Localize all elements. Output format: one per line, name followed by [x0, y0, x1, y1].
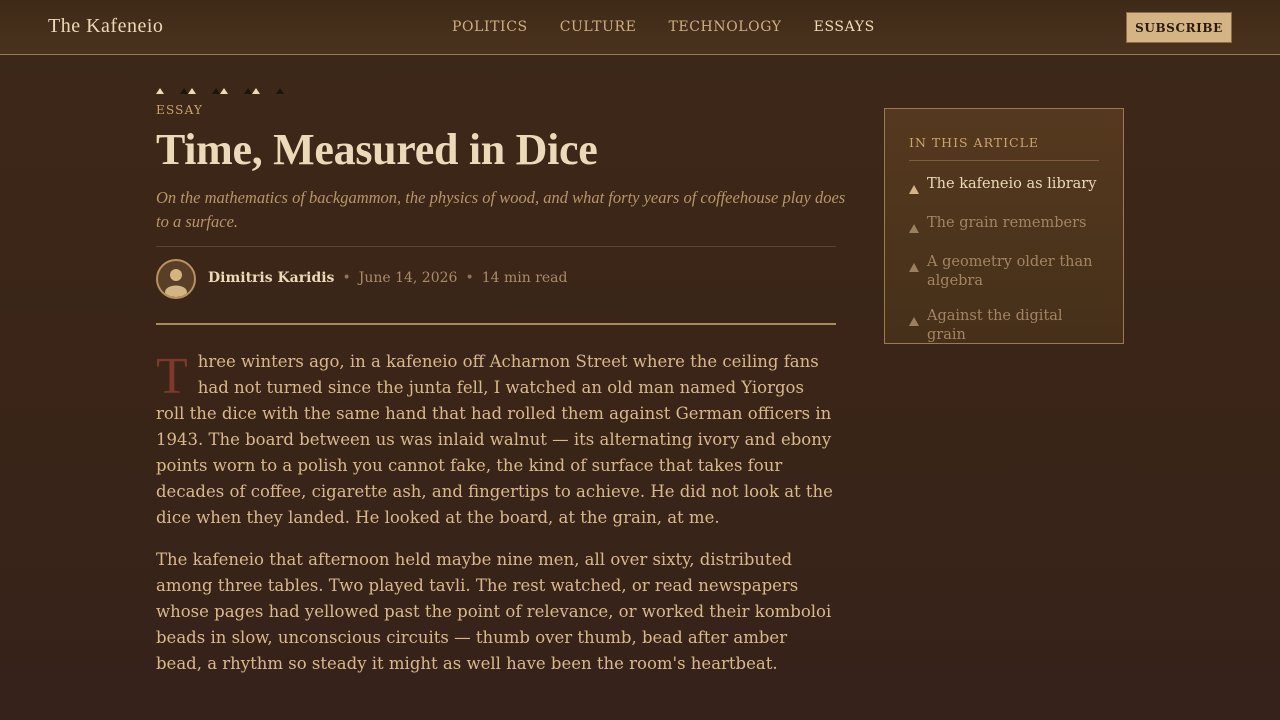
- article-title: Time, Measured in Dice: [156, 125, 598, 174]
- article-category: ESSAY: [156, 103, 204, 117]
- site-logo[interactable]: The Kafeneio: [48, 15, 163, 38]
- triangle-icon: [909, 214, 927, 237]
- header-rule: [156, 323, 836, 325]
- main-nav: POLITICS CULTURE TECHNOLOGY ESSAYS: [452, 19, 875, 35]
- toc-item[interactable]: A geometry older than algebra: [909, 253, 1099, 291]
- nav-essays[interactable]: ESSAYS: [814, 19, 875, 35]
- toc-item[interactable]: The grain remembers: [909, 214, 1099, 237]
- article-body: Three winters ago, in a kafeneio off Ach…: [156, 349, 836, 693]
- author-avatar[interactable]: [156, 259, 196, 299]
- toc-item[interactable]: Against the digital grain: [909, 307, 1099, 345]
- read-time: 14 min read: [481, 270, 568, 286]
- triangle-icon: [909, 253, 927, 276]
- toc-item-label: Against the digital grain: [927, 308, 1063, 343]
- article-dek: On the mathematics of backgammon, the ph…: [156, 188, 846, 231]
- site-header: The Kafeneio POLITICS CULTURE TECHNOLOGY…: [0, 0, 1280, 55]
- paragraph-text: hree winters ago, in a kafeneio off Acha…: [156, 352, 833, 527]
- person-icon: [165, 269, 187, 297]
- byline: Dimitris Karidis • June 14, 2026 • 14 mi…: [208, 270, 567, 286]
- triangle-icon: [909, 175, 927, 198]
- publish-date: June 14, 2026: [358, 270, 458, 286]
- toc-title: IN THIS ARTICLE: [909, 135, 1099, 161]
- toc-item[interactable]: The kafeneio as library: [909, 175, 1099, 198]
- author-name[interactable]: Dimitris Karidis: [208, 270, 334, 286]
- toc-item-label: A geometry older than algebra: [927, 254, 1093, 289]
- nav-politics[interactable]: POLITICS: [452, 19, 528, 35]
- backgammon-points-icon: [156, 88, 284, 94]
- subscribe-button[interactable]: SUBSCRIBE: [1126, 12, 1232, 43]
- toc-item-label: The grain remembers: [927, 215, 1087, 231]
- byline-separator: •: [342, 270, 351, 286]
- triangle-icon: [909, 307, 927, 330]
- nav-culture[interactable]: CULTURE: [560, 19, 637, 35]
- nav-technology[interactable]: TECHNOLOGY: [668, 19, 781, 35]
- table-of-contents: IN THIS ARTICLE The kafeneio as library …: [884, 108, 1124, 344]
- paragraph: Three winters ago, in a kafeneio off Ach…: [156, 349, 836, 531]
- divider: [156, 246, 836, 247]
- drop-cap: T: [156, 348, 188, 405]
- paragraph: The kafeneio that afternoon held maybe n…: [156, 550, 832, 673]
- toc-item-label: The kafeneio as library: [927, 176, 1097, 192]
- byline-separator: •: [465, 270, 474, 286]
